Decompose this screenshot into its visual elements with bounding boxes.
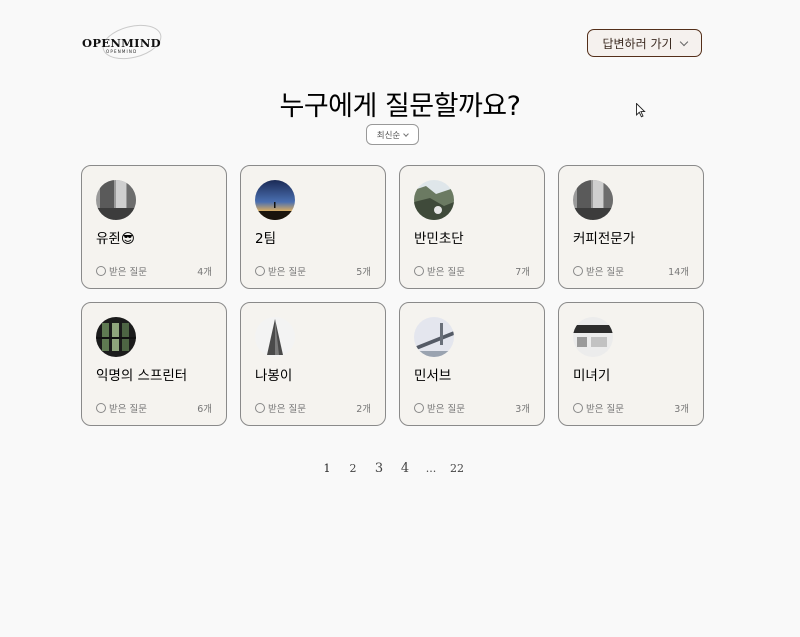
received-questions-label: 받은 질문 xyxy=(255,264,306,278)
profile-card[interactable]: 익명의 스프린터 받은 질문 6개 xyxy=(81,302,227,426)
sort-label: 최신순 xyxy=(376,130,401,141)
profile-card[interactable]: 미녀기 받은 질문 3개 xyxy=(558,302,704,426)
page-22[interactable]: 22 xyxy=(442,462,472,475)
profile-name: 미녀기 xyxy=(573,368,611,384)
question-count: 4개 xyxy=(197,267,212,278)
profile-name: 익명의 스프린터 xyxy=(96,368,188,384)
page-3[interactable]: 3 xyxy=(368,461,390,476)
logo-text: OPENMIND xyxy=(82,36,161,50)
avatar xyxy=(255,317,295,357)
avatar xyxy=(96,180,136,220)
profile-name: 커피전문가 xyxy=(573,231,636,247)
question-count: 3개 xyxy=(515,404,530,415)
profile-card[interactable]: 민서브 받은 질문 3개 xyxy=(399,302,545,426)
question-count: 2개 xyxy=(356,404,371,415)
chat-bubble-icon xyxy=(255,403,265,413)
page-ellipsis: ... xyxy=(425,462,437,475)
avatar xyxy=(573,180,613,220)
received-questions-label: 받은 질문 xyxy=(414,264,465,278)
chevron-down-icon xyxy=(679,37,688,46)
question-count: 3개 xyxy=(674,404,689,415)
avatar xyxy=(414,180,454,220)
logo-subtext: OPENMIND xyxy=(106,49,138,54)
go-answer-label: 답변하러 가기 xyxy=(602,36,673,51)
sort-dropdown[interactable]: 최신순 xyxy=(366,124,419,145)
received-questions-label: 받은 질문 xyxy=(414,401,465,415)
received-questions-label: 받은 질문 xyxy=(96,264,147,278)
chat-bubble-icon xyxy=(255,266,265,276)
received-questions-label: 받은 질문 xyxy=(573,264,624,278)
page-4[interactable]: 4 xyxy=(390,461,420,476)
profile-name: 반민초단 xyxy=(414,231,464,247)
chat-bubble-icon xyxy=(573,266,583,276)
profile-name: 나봉이 xyxy=(255,368,293,384)
avatar xyxy=(573,317,613,357)
question-count: 7개 xyxy=(515,267,530,278)
chat-bubble-icon xyxy=(96,266,106,276)
chevron-down-icon xyxy=(403,130,410,137)
avatar xyxy=(414,317,454,357)
profile-name: 2팀 xyxy=(255,231,277,247)
page-1[interactable]: 1 xyxy=(316,462,338,475)
page-title: 누구에게 질문할까요? xyxy=(279,91,521,122)
profile-name: 유쥔😎 xyxy=(96,231,135,247)
chat-bubble-icon xyxy=(573,403,583,413)
question-count: 5개 xyxy=(356,267,371,278)
received-questions-label: 받은 질문 xyxy=(255,401,306,415)
received-questions-label: 받은 질문 xyxy=(573,401,624,415)
question-count: 14개 xyxy=(668,267,689,278)
received-questions-label: 받은 질문 xyxy=(96,401,147,415)
profile-card[interactable]: 유쥔😎 받은 질문 4개 xyxy=(81,165,227,289)
profile-card[interactable]: 나봉이 받은 질문 2개 xyxy=(240,302,386,426)
chat-bubble-icon xyxy=(414,403,424,413)
openmind-logo[interactable]: OPENMIND OPENMIND xyxy=(82,19,182,65)
pagination: 1 2 3 4 ... 22 xyxy=(316,461,472,476)
avatar xyxy=(255,180,295,220)
profile-name: 민서브 xyxy=(414,368,452,384)
avatar xyxy=(96,317,136,357)
chat-bubble-icon xyxy=(414,266,424,276)
profile-card[interactable]: 반민초단 받은 질문 7개 xyxy=(399,165,545,289)
go-answer-button[interactable]: 답변하러 가기 xyxy=(587,29,702,57)
profile-card[interactable]: 커피전문가 받은 질문 14개 xyxy=(558,165,704,289)
chat-bubble-icon xyxy=(96,403,106,413)
question-count: 6개 xyxy=(197,404,212,415)
profile-card[interactable]: 2팀 받은 질문 5개 xyxy=(240,165,386,289)
page-2[interactable]: 2 xyxy=(338,462,368,475)
profile-grid: 유쥔😎 받은 질문 4개 2팀 받은 질문 5개 반민초단 받은 질문 7개 커… xyxy=(81,165,704,426)
